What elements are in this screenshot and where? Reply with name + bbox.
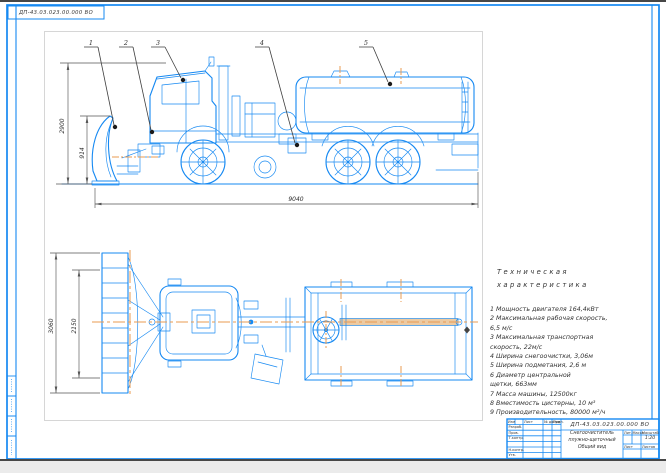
tech-line: 5 Ширина подметания, 2,6 м (490, 361, 644, 370)
tech-line: 2 Максимальная рабочая скорость, (490, 314, 644, 323)
callout-number: 3 (156, 39, 160, 47)
callouts: 1 2 3 4 5 (84, 39, 392, 147)
corner-stamp-code: ДП-43.03.023.00.000 ВО (10, 8, 102, 19)
front-wheel (181, 140, 225, 184)
mirror (168, 279, 181, 285)
plan-dimensions: 3060 2150 (48, 253, 100, 393)
walkway-bar (340, 319, 458, 326)
tb-row-label: Пров. (509, 431, 519, 435)
dim-plan-width: 3060 (48, 318, 55, 333)
cistern-plan (305, 282, 472, 386)
behind-cab-equipment (217, 66, 306, 153)
tb-scale-label: Масштаб (642, 431, 659, 435)
tb-name-line: Снегоочиститель (562, 431, 622, 437)
tb-row-label: Т.контр. (509, 436, 524, 440)
window-bottom-strip (0, 461, 666, 473)
mirror (168, 361, 181, 367)
tech-title-line: характеристика (497, 279, 644, 292)
mid-frame-plan (238, 298, 305, 384)
plan-view: 3060 2150 (48, 250, 478, 396)
centerline (326, 279, 401, 388)
tech-line: щетки, 663мм (490, 380, 644, 389)
cab-side (138, 57, 229, 157)
side-dimensions: 2900 914 9040 (56, 63, 478, 208)
callout-number: 2 (123, 39, 128, 47)
tech-line: 6 Диаметр центральной (490, 371, 644, 380)
dim-plan-inner-width: 2150 (71, 318, 78, 333)
tb-row-label: Разраб. (509, 425, 523, 429)
callout-number: 1 (89, 39, 93, 47)
dim-height: 2900 (59, 118, 66, 133)
tb-sheets-label: Листов (642, 445, 655, 449)
rear-wheel-2 (376, 140, 420, 184)
tb-designation: ДП-43.03.023.00.000 ВО (563, 421, 657, 430)
callout-number: 5 (364, 39, 368, 47)
tb-name-line: плужно-щеточный (562, 438, 622, 444)
tb-lit-label: Лит. (624, 431, 632, 435)
tech-line: 4 Ширина снегоочистки, 3,06м (490, 352, 644, 361)
tech-line: 6,5 м/с (490, 324, 644, 333)
tech-title-line: Техническая (497, 266, 644, 279)
tech-line: 8 Вместимость цистерны, 10 м³ (490, 399, 644, 408)
tb-scale-value: 1:20 (641, 437, 659, 441)
tech-line: 3 Максимальная транспортная (490, 333, 644, 342)
tb-header-podp: Подп. (553, 420, 564, 424)
tb-header-izm: Изм (508, 420, 515, 424)
central-brush-side (254, 156, 276, 178)
rear-wheel-1 (326, 140, 370, 184)
tb-row-label: Утв. (509, 453, 516, 457)
cab-plan (160, 279, 253, 367)
callout-number: 4 (259, 39, 264, 47)
tech-line: 1 Мощность двигателя 164,4кВт (490, 305, 644, 314)
rear-brush-plan (251, 354, 283, 384)
tb-header-list: Лист (524, 420, 533, 424)
drawing-sheet: 1 2 3 4 5 2900 914 9040 (0, 0, 666, 473)
dim-length: 9040 (288, 196, 303, 203)
tech-characteristics: Техническая характеристика 1 Мощность дв… (490, 266, 644, 418)
dim-blade-height: 914 (79, 147, 86, 159)
rear-marker (464, 327, 470, 334)
tb-row-label: Н.контр. (509, 448, 525, 452)
tech-line: 7 Масса машины, 12500кг (490, 390, 644, 399)
tech-line: скорость, 22м/с (490, 343, 644, 352)
tb-name-line: Общий вид (562, 445, 622, 451)
mirror (209, 57, 214, 66)
tech-line: 9 Производительность, 80000 м²/ч (490, 408, 644, 417)
side-view (62, 57, 478, 185)
tb-sheet-label: Лист (624, 445, 633, 449)
